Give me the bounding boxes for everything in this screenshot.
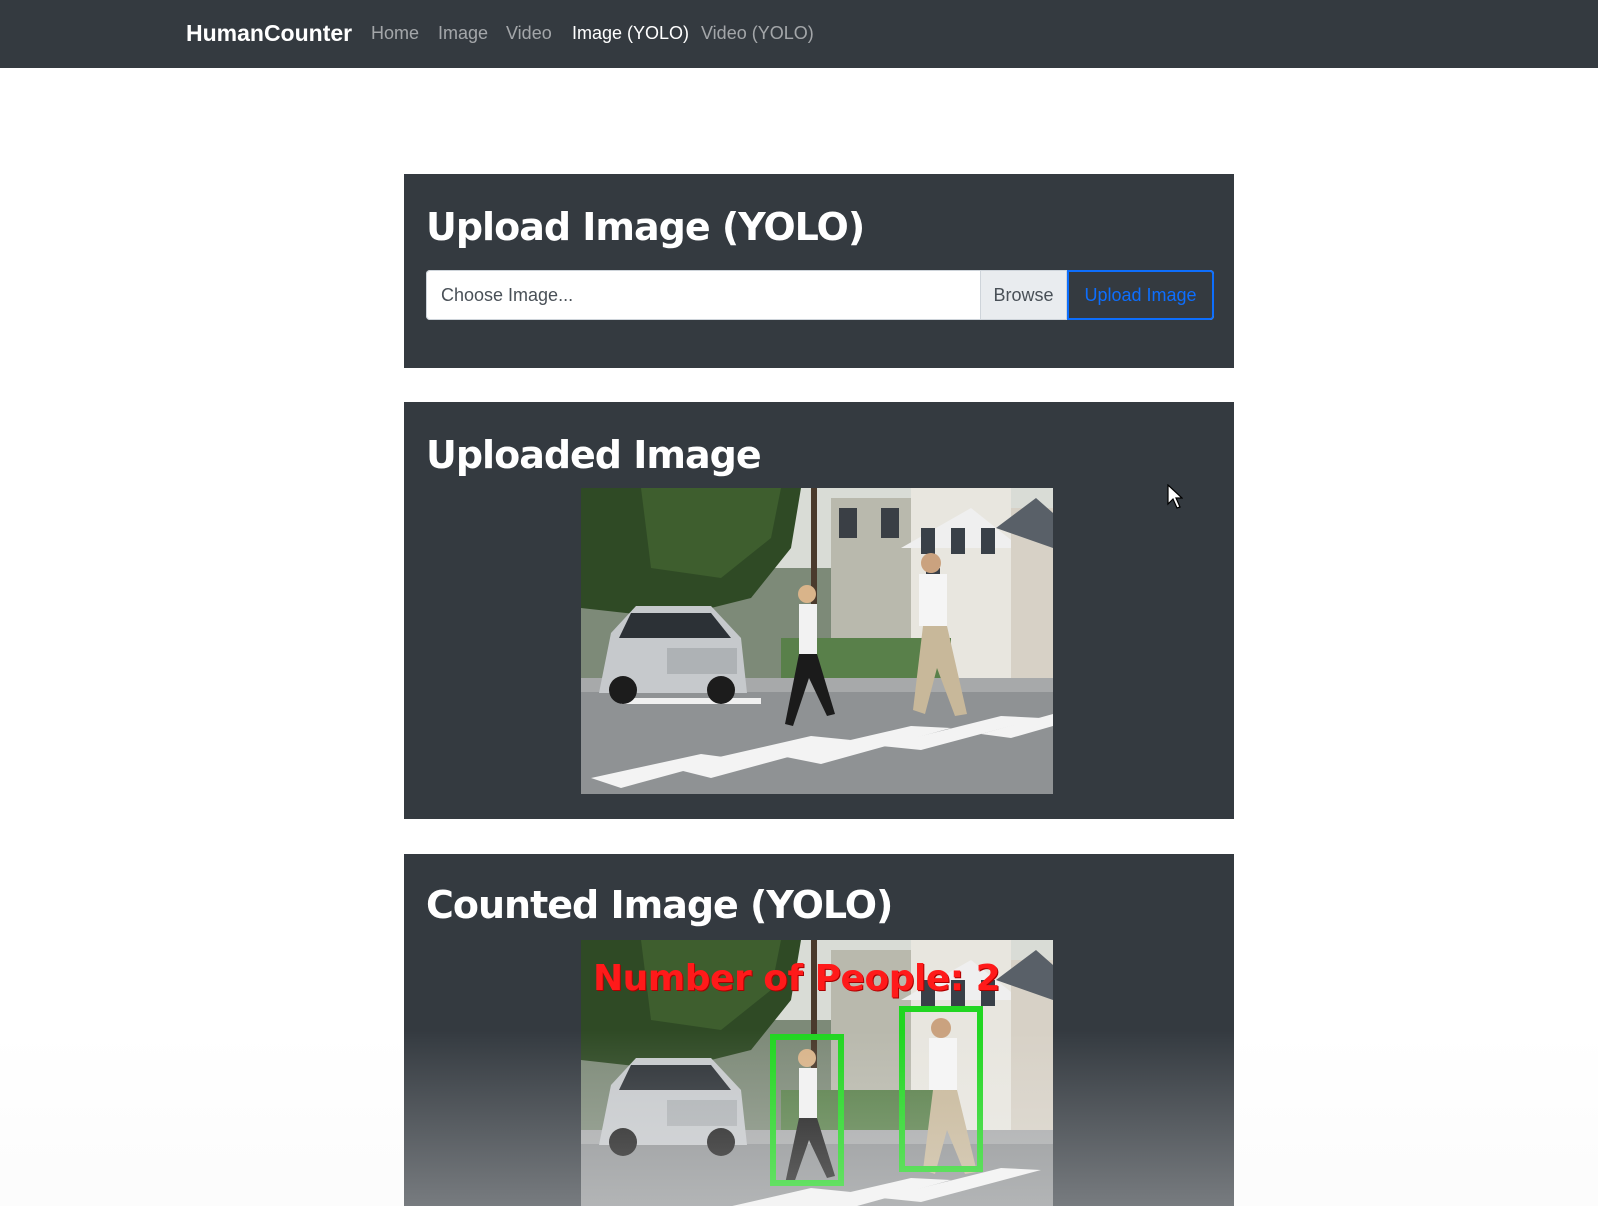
- upload-image-button[interactable]: Upload Image: [1067, 270, 1214, 320]
- browse-button[interactable]: Browse: [980, 270, 1067, 320]
- upload-card-title: Upload Image (YOLO): [426, 205, 865, 249]
- mouse-cursor-icon: [1167, 484, 1183, 509]
- nav-link-home[interactable]: Home: [371, 20, 419, 46]
- counted-image-title: Counted Image (YOLO): [426, 883, 893, 927]
- top-navbar: HumanCounter Home Image Video Image (YOL…: [0, 0, 1598, 68]
- navbar-brand[interactable]: HumanCounter: [186, 18, 352, 48]
- detection-box-person: [770, 1034, 844, 1186]
- nav-link-video-yolo[interactable]: Video (YOLO): [701, 20, 814, 46]
- uploaded-photo: [581, 488, 1053, 794]
- file-chooser-input[interactable]: [426, 270, 980, 320]
- counted-photo: Number of People: 2: [581, 940, 1053, 1206]
- upload-input-group: Browse Upload Image: [426, 270, 1214, 320]
- counted-image-card: Counted Image (YOLO) Number of People: 2: [404, 854, 1234, 1206]
- nav-link-image[interactable]: Image: [438, 20, 488, 46]
- nav-link-image-yolo[interactable]: Image (YOLO): [572, 20, 689, 46]
- detection-box-person: [899, 1006, 983, 1172]
- street-scene-image: [581, 488, 1053, 794]
- uploaded-image-title: Uploaded Image: [426, 433, 762, 477]
- upload-card: Upload Image (YOLO) Browse Upload Image: [404, 174, 1234, 368]
- uploaded-image-card: Uploaded Image: [404, 402, 1234, 819]
- nav-link-video[interactable]: Video: [506, 20, 552, 46]
- people-count-overlay: Number of People: 2: [593, 958, 1001, 999]
